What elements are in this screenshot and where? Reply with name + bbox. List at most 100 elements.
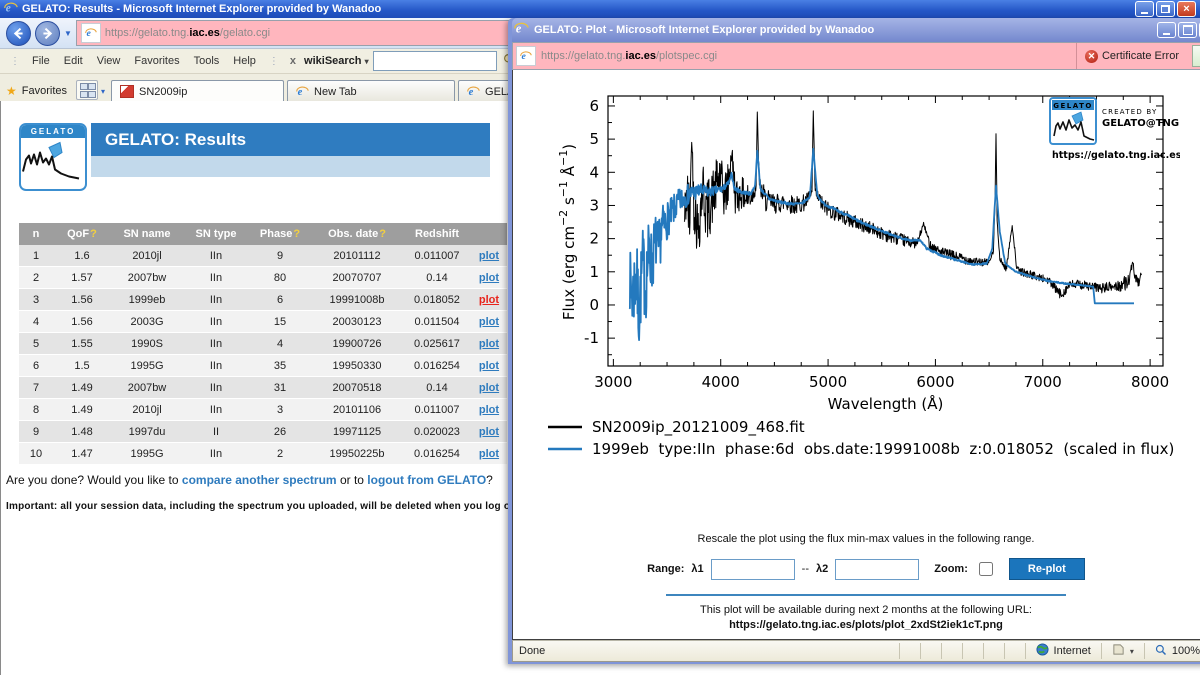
back-button[interactable] — [6, 21, 31, 46]
tab-sn2009ip[interactable]: SN2009ip — [111, 80, 284, 102]
svg-text:6: 6 — [589, 97, 599, 115]
svg-text:0: 0 — [589, 296, 599, 314]
page-title: GELATO: Results — [91, 123, 490, 156]
favorites-label[interactable]: Favorites — [22, 85, 67, 97]
help-question-icon[interactable]: ? — [90, 228, 97, 240]
toolbar-close-icon[interactable]: x — [290, 55, 296, 67]
plot-url: https://gelato.tng.iac.es/plots/plot_2xd… — [513, 619, 1200, 631]
cell-n: 2 — [19, 267, 53, 289]
plot-link[interactable]: plot — [479, 404, 499, 416]
range-separator: -- — [802, 563, 809, 575]
help-question-icon[interactable]: ? — [293, 228, 300, 240]
plot-link[interactable]: plot — [479, 250, 499, 262]
logout-link[interactable]: logout from GELATO — [367, 473, 486, 487]
forward-button[interactable] — [35, 21, 60, 46]
menu-item-tools[interactable]: Tools — [187, 53, 227, 69]
svg-text:4: 4 — [589, 163, 599, 181]
svg-text:5: 5 — [589, 130, 599, 148]
cell-phase: 26 — [249, 421, 311, 443]
maximize-button[interactable] — [1178, 22, 1197, 38]
cell-sn_name: 1990S — [111, 333, 183, 355]
status-text: Done — [513, 645, 899, 657]
plot-link[interactable]: plot — [479, 316, 499, 328]
range-label: Range: — [647, 563, 684, 575]
menu-item-favorites[interactable]: Favorites — [127, 53, 186, 69]
search-provider-label[interactable]: wikiSearch ▾ — [304, 55, 369, 67]
svg-text:5000: 5000 — [809, 373, 847, 391]
tab-new-tab[interactable]: eNew Tab — [287, 80, 455, 102]
rescale-instruction: Rescale the plot using the flux min-max … — [513, 533, 1200, 545]
cell-sn_type: IIn — [183, 443, 249, 465]
cell-qof: 1.55 — [53, 333, 111, 355]
lambda2-input[interactable] — [835, 559, 919, 580]
session-warning-note: Important: all your session data, includ… — [6, 501, 564, 512]
search-input[interactable] — [373, 51, 497, 71]
cell-redshift: 0.011007 — [403, 399, 471, 421]
plot-link[interactable]: plot — [479, 426, 499, 438]
protected-mode-control[interactable]: ▾ — [1101, 643, 1144, 659]
col-header-qof[interactable]: QoF? — [53, 223, 111, 245]
replot-button[interactable]: Re-plot — [1009, 558, 1085, 580]
quick-tabs-icon[interactable] — [76, 80, 98, 100]
cell-redshift: 0.020023 — [403, 421, 471, 443]
plot-link[interactable]: plot — [479, 272, 499, 284]
cell-sn_type: IIn — [183, 267, 249, 289]
menu-item-file[interactable]: File — [25, 53, 57, 69]
help-question-icon[interactable]: ? — [379, 228, 386, 240]
url-text: https://gelato.tng.iac.es/gelato.cgi — [105, 27, 270, 39]
col-header-n: n — [19, 223, 53, 245]
done-question: Are you done? Would you like to compare … — [6, 473, 493, 487]
tab-list-caret-icon[interactable]: ▾ — [101, 87, 105, 96]
table-row: 51.551990SIIn4199007260.025617plot — [19, 333, 507, 355]
plot-link[interactable]: plot — [479, 382, 499, 394]
recent-pages-caret-icon[interactable]: ▼ — [64, 29, 72, 38]
cell-qof: 1.57 — [53, 267, 111, 289]
cell-obs_date: 20101106 — [311, 399, 403, 421]
zoom-level: 100% — [1172, 645, 1200, 657]
cell-obs_date: 19971125 — [311, 421, 403, 443]
plot-link[interactable]: plot — [479, 294, 499, 306]
url-text[interactable]: https://gelato.tng.iac.es/plotspec.cgi — [541, 50, 1071, 62]
restore-button[interactable] — [1156, 1, 1175, 17]
ie-logo-icon: e — [514, 21, 529, 39]
col-header-phase[interactable]: Phase? — [249, 223, 311, 245]
zoom-checkbox[interactable] — [979, 562, 993, 576]
menu-item-view[interactable]: View — [90, 53, 128, 69]
cell-sn_type: IIn — [183, 289, 249, 311]
favicon-icon: e — [81, 23, 101, 43]
results-table: nQoF?SN nameSN typePhase?Obs. date?Redsh… — [19, 223, 507, 465]
compare-another-spectrum-link[interactable]: compare another spectrum — [182, 473, 337, 487]
refresh-button[interactable]: ↻ — [1192, 45, 1200, 67]
cell-sn_name: 2003G — [111, 311, 183, 333]
favorites-star-icon[interactable]: ★ — [6, 84, 17, 98]
menu-item-help[interactable]: Help — [226, 53, 263, 69]
results-titlebar: e GELATO: Results - Microsoft Internet E… — [0, 0, 1200, 18]
plot-link[interactable]: plot — [479, 360, 499, 372]
gelato-logo-squiggle-icon — [21, 138, 81, 185]
minimize-button[interactable] — [1135, 1, 1154, 17]
lambda1-input[interactable] — [711, 559, 795, 580]
cell-sn_name: 1995G — [111, 355, 183, 377]
table-row: 101.471995GIIn219950225b0.016254plot — [19, 443, 507, 465]
cell-redshift: 0.016254 — [403, 443, 471, 465]
plot-link[interactable]: plot — [479, 338, 499, 350]
cell-sn_name: 2010jl — [111, 399, 183, 421]
minimize-button[interactable] — [1157, 22, 1176, 38]
page-title-subbar — [91, 156, 490, 177]
cell-sn_type: IIn — [183, 333, 249, 355]
cell-obs_date: 19950225b — [311, 443, 403, 465]
close-button[interactable]: × — [1177, 1, 1196, 17]
cell-sn_type: IIn — [183, 399, 249, 421]
cell-qof: 1.48 — [53, 421, 111, 443]
plot-page: 300040005000600070008000-10123456Wavelen… — [512, 70, 1200, 640]
menu-item-edit[interactable]: Edit — [57, 53, 90, 69]
desktop: e GELATO: Results - Microsoft Internet E… — [0, 0, 1200, 675]
zoom-control[interactable]: 100% ▾ — [1144, 643, 1200, 659]
cell-obs_date: 20070518 — [311, 377, 403, 399]
rescale-controls: Range: λ1 -- λ2 Zoom: Re-plot — [513, 558, 1200, 580]
certificate-error-badge[interactable]: ✕ Certificate Error — [1076, 43, 1187, 69]
col-header-redshift: Redshift — [403, 223, 471, 245]
table-row: 81.492010jlIIn3201011060.011007plot — [19, 399, 507, 421]
col-header-obs-date[interactable]: Obs. date? — [311, 223, 403, 245]
plot-link[interactable]: plot — [479, 448, 499, 460]
